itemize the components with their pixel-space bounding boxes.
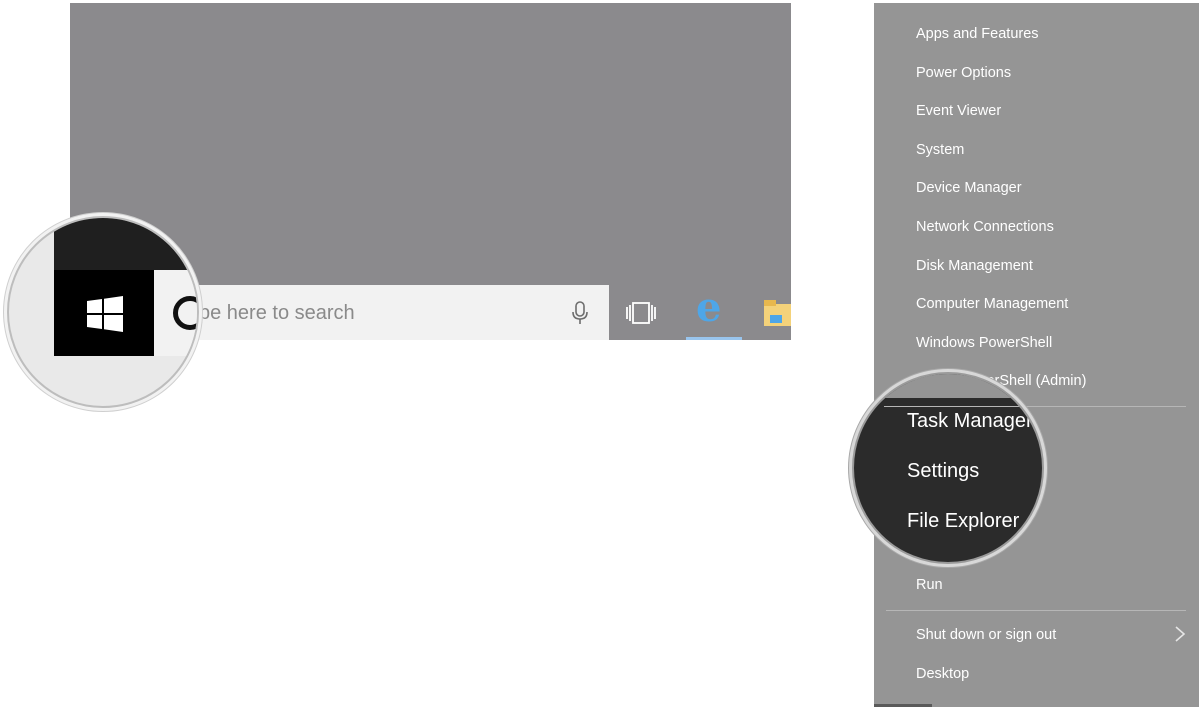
menu-item-windows-powershell[interactable]: Windows PowerShell [916,335,1052,351]
taskbar-search-box[interactable]: ype here to search [153,285,609,340]
magnified-taskbar-edge [54,218,197,270]
menu-item-disk-management[interactable]: Disk Management [916,258,1033,274]
menu-item-shut-down-or-sign-out[interactable]: Shut down or sign out [916,627,1056,643]
chevron-right-icon [1175,626,1186,642]
menu-item-device-manager[interactable]: Device Manager [916,180,1022,196]
microphone-icon[interactable] [569,301,591,325]
menu-bottom-accent [874,704,932,707]
menu-item-file-explorer[interactable]: File Explorer [907,510,1019,533]
menu-separator [886,610,1186,611]
menu-item-event-viewer[interactable]: Event Viewer [916,103,1001,119]
menu-separator [884,406,1042,407]
start-button[interactable] [54,270,154,356]
menu-item-network-connections[interactable]: Network Connections [916,219,1054,235]
edge-browser-icon: e [696,284,722,331]
file-explorer-folder-icon[interactable] [764,298,791,328]
search-placeholder: ype here to search [189,302,355,324]
edge-browser-button[interactable]: e [686,285,742,340]
menu-item-power-options[interactable]: Power Options [916,65,1011,81]
menu-item-computer-management[interactable]: Computer Management [916,296,1068,312]
windows-logo-icon [87,296,123,332]
menu-item-task-manager[interactable]: Task Manager [907,410,1033,433]
task-view-icon[interactable] [625,300,657,326]
start-button-magnifier [7,216,199,408]
menu-item-apps-and-features[interactable]: Apps and Features [916,26,1039,42]
menu-item-settings[interactable]: Settings [907,460,979,483]
active-app-indicator [686,337,742,340]
magnified-search-edge [154,270,197,356]
menu-item-system[interactable]: System [916,142,964,158]
cortana-ring-icon [173,296,197,330]
power-user-menu: Apps and Features Power Options Event Vi… [874,3,1199,707]
magnified-menu-top [854,374,1042,398]
menu-magnifier: Task Manager Settings File Explorer [852,372,1044,564]
menu-item-desktop[interactable]: Desktop [916,666,969,682]
menu-item-run[interactable]: Run [916,577,943,593]
